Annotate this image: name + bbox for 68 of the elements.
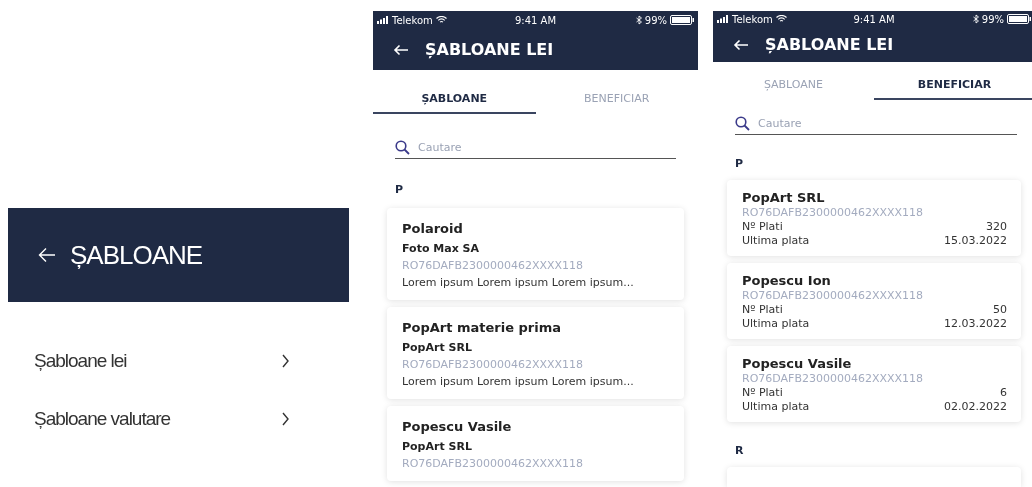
carrier-name: Telekom [392, 14, 433, 26]
signal-icon [717, 15, 729, 23]
iban-text: RO76DAFB2300000462XXXX118 [742, 289, 925, 302]
screen-title: ȘABLOANE LEI [765, 35, 894, 54]
carrier-name: Telekom [732, 13, 773, 25]
iban-text: RO76DAFB2300000462XXXX118 [402, 259, 585, 272]
template-card[interactable]: Popescu Vasile PopArt SRL RO76DAFB2300000462XXXX118 [387, 406, 684, 481]
tab[interactable]: BENEFICIAR [874, 70, 1032, 100]
detail-value: 12.03.2022 [944, 317, 1007, 330]
detail-label: Nº Plati [742, 303, 783, 316]
search-icon [395, 140, 410, 155]
iban-text: RO76DAFB2300000462XXXX118 [402, 457, 585, 470]
screen-title: ȘABLOANE [70, 239, 203, 271]
beneficiary-card[interactable]: Popescu Ion RO76DAFB2300000462XXXX118 Nº Plati 50 Ultima plata 12.03.2022 [727, 263, 1021, 339]
screen-title: ȘABLOANE LEI [425, 40, 554, 59]
iban-text: RO76DAFB2300000462XXXX118 [742, 372, 925, 385]
battery-icon [670, 15, 694, 25]
beneficiary-card[interactable]: Popescu Vasile RO76DAFB2300000462XXXX118 Nº Plati 6 Ultima plata 02.02.2022 [727, 346, 1021, 422]
detail-value: 15.03.2022 [944, 234, 1007, 247]
back-arrow-icon[interactable] [38, 247, 56, 263]
card-title: PopArt materie prima [402, 320, 563, 335]
back-arrow-icon[interactable] [733, 38, 749, 51]
company-name: PopArt SRL [402, 440, 473, 453]
section-letter: P [395, 183, 405, 196]
detail-label: Nº Plati [742, 220, 783, 233]
detail-value: 320 [986, 220, 1007, 233]
bluetooth-icon [972, 14, 979, 24]
status-time: 9:41 AM [853, 13, 895, 25]
bluetooth-icon [635, 15, 642, 25]
wifi-icon [775, 15, 787, 23]
detail-label: Ultima plata [742, 400, 810, 413]
card-title: Popescu Ion [742, 273, 832, 288]
detail-value: 02.02.2022 [944, 400, 1007, 413]
detail-label: Nº Plati [742, 386, 783, 399]
wifi-icon [435, 16, 447, 24]
iban-text: RO76DAFB2300000462XXXX118 [402, 358, 585, 371]
search-field[interactable]: Cautare [418, 141, 676, 154]
iban-text: RO76DAFB2300000462XXXX118 [742, 206, 925, 219]
card-title: Popescu Vasile [742, 356, 853, 371]
company-name: Foto Max SA [402, 242, 480, 255]
template-card[interactable]: Polaroid Foto Max SA RO76DAFB2300000462XXXX118 Lorem ipsum Lorem ipsum Lorem ipsum... [387, 208, 684, 300]
card-title: Popescu Vasile [402, 419, 513, 434]
battery-icon [1007, 14, 1031, 24]
back-arrow-icon[interactable] [393, 43, 409, 56]
note-text: Lorem ipsum Lorem ipsum Lorem ipsum... [402, 276, 635, 289]
detail-value: 50 [993, 303, 1007, 316]
menu-item[interactable]: Șabloane lei [34, 350, 127, 372]
note-text: Lorem ipsum Lorem ipsum Lorem ipsum... [402, 375, 635, 388]
section-letter: P [735, 157, 745, 170]
beneficiary-card[interactable]: PopArt SRL RO76DAFB2300000462XXXX118 Nº Plati 320 Ultima plata 15.03.2022 [727, 180, 1021, 256]
chevron-right-icon [282, 354, 289, 368]
detail-label: Ultima plata [742, 317, 810, 330]
template-card[interactable]: PopArt materie prima PopArt SRL RO76DAFB2300000462XXXX118 Lorem ipsum Lorem ipsum Lorem ipsum... [387, 307, 684, 399]
search-icon [735, 116, 750, 131]
status-time: 9:41 AM [514, 14, 557, 26]
section-letter: R [735, 444, 745, 457]
card-title: Polaroid [402, 221, 464, 236]
detail-label: Ultima plata [742, 234, 810, 247]
menu-item[interactable]: Șabloane valutare [34, 408, 171, 430]
company-name: PopArt SRL [402, 341, 473, 354]
battery-percent: 99% [644, 14, 667, 26]
detail-value: 6 [1000, 386, 1007, 399]
search-field[interactable]: Cautare [758, 117, 1017, 130]
signal-icon [377, 16, 389, 24]
tab[interactable]: ȘABLOANE [373, 84, 536, 114]
chevron-right-icon [282, 412, 289, 426]
card-title: PopArt SRL [742, 190, 826, 205]
battery-percent: 99% [981, 13, 1004, 25]
